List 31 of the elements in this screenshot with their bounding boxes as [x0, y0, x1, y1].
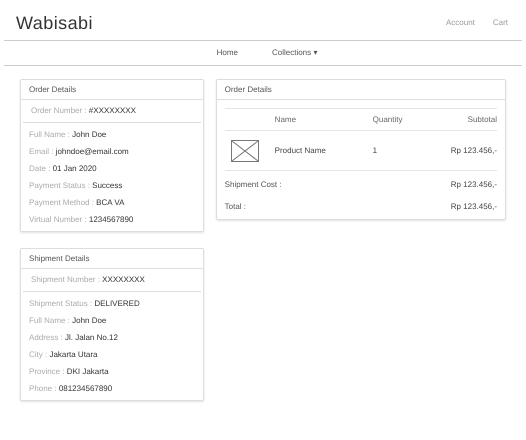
detail-text: Province : DKI Jakarta — [29, 367, 110, 377]
detail-text: Full Name : John Doe — [29, 316, 108, 326]
card-title: Order Details — [224, 84, 272, 96]
detail-text: Shipment Status : DELIVERED — [29, 299, 141, 309]
detail-text: Email : johndoe@email.com — [29, 147, 130, 157]
column-header: Quantity — [372, 114, 404, 126]
detail-text: City : Jakarta Utara — [29, 350, 98, 360]
nav-link[interactable]: Collections ▾ — [272, 47, 318, 59]
site-logo[interactable]: Wabisabi — [16, 10, 93, 36]
detail-text: Address : Jl. Jalan No.12 — [29, 333, 119, 343]
detail-text: Full Name : John Doe — [29, 130, 108, 140]
detail-text: Shipment Number : XXXXXXXX — [31, 275, 146, 285]
column-header: Subtotal — [468, 114, 497, 126]
detail-text: Order Number : #XXXXXXXX — [31, 106, 137, 116]
table-cell: Rp 123.456,- — [450, 144, 497, 156]
table-cell-text: 1 — [372, 144, 378, 156]
detail-text: Phone : 081234567890 — [29, 384, 114, 394]
summary-value: Rp 123.456,- — [450, 179, 497, 191]
summary-value: Rp 123.456,- — [450, 201, 497, 213]
nav-link[interactable]: Home — [216, 47, 238, 59]
image-placeholder-icon — [230, 140, 259, 162]
summary-label: Total : — [224, 201, 246, 213]
summary-label: Shipment Cost : — [224, 179, 282, 191]
detail-text: Payment Status : Success — [29, 181, 124, 191]
detail-text: Date : 01 Jan 2020 — [29, 164, 98, 174]
detail-text: Virtual Number : 1234567890 — [29, 215, 134, 225]
card-title: Shipment Details — [29, 252, 90, 264]
detail-text: Payment Method : BCA VA — [29, 198, 126, 208]
column-header: Name — [274, 114, 298, 126]
card-title: Order Details — [29, 84, 76, 96]
table-cell-text: Product Name — [274, 144, 327, 156]
